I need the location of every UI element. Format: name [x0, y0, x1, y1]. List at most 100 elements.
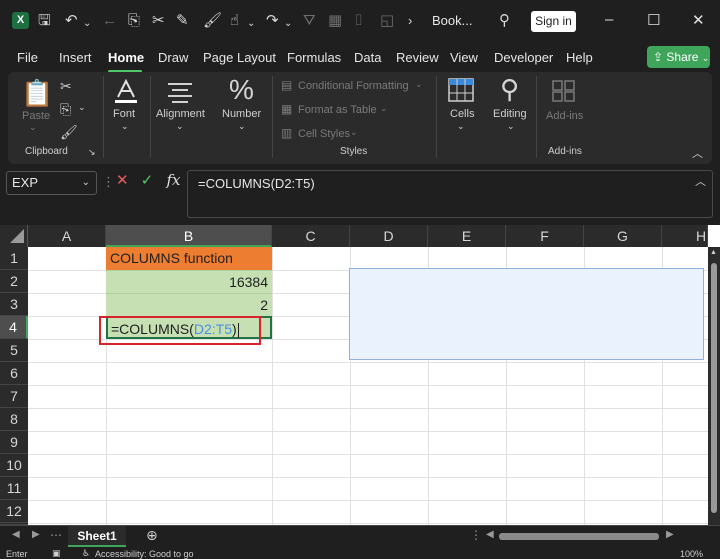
- percent-icon[interactable]: %: [229, 74, 254, 106]
- paste-dropdown-icon[interactable]: ⌄: [29, 122, 37, 133]
- accessibility-icon[interactable]: ♿: [82, 548, 90, 559]
- chart-icon[interactable]: ▦: [328, 12, 342, 30]
- macro-record-icon[interactable]: ▣: [52, 548, 61, 559]
- column-header-b[interactable]: B: [106, 225, 272, 247]
- paintbrush-icon[interactable]: 🖌: [203, 12, 222, 30]
- cell-b2[interactable]: 16384: [106, 270, 272, 293]
- sign-in-button[interactable]: Sign in: [531, 11, 576, 32]
- scissors-icon[interactable]: ✂: [152, 12, 165, 30]
- cell-styles-dropdown-icon[interactable]: ⌄: [350, 127, 358, 138]
- column-header-g[interactable]: G: [584, 225, 662, 247]
- formula-input[interactable]: =COLUMNS(D2:T5) ︿: [187, 170, 713, 218]
- column-header-f[interactable]: F: [506, 225, 584, 247]
- zoom-level[interactable]: 100%: [680, 549, 703, 559]
- cells-icon[interactable]: [448, 78, 474, 102]
- editing-search-icon[interactable]: ⚲: [500, 74, 519, 105]
- column-header-e[interactable]: E: [428, 225, 506, 247]
- column-header-d[interactable]: D: [350, 225, 428, 247]
- confirm-entry-icon[interactable]: ✓: [141, 172, 154, 189]
- row-header-7[interactable]: 7: [0, 385, 28, 408]
- conditional-formatting-dropdown-icon[interactable]: ⌄: [415, 79, 423, 90]
- clipboard-launcher-icon[interactable]: ↘: [88, 147, 96, 158]
- tab-page-layout[interactable]: Page Layout: [203, 50, 276, 65]
- minimize-icon[interactable]: –: [605, 11, 613, 28]
- row-header-9[interactable]: 9: [0, 431, 28, 454]
- touch-dropdown-icon[interactable]: ⌄: [247, 15, 255, 33]
- undo-icon[interactable]: ↶: [65, 12, 78, 30]
- search-icon[interactable]: ⚲: [499, 12, 510, 30]
- name-box[interactable]: EXP ⌄: [6, 171, 97, 195]
- paint-icon[interactable]: ✎: [176, 12, 189, 30]
- tab-data[interactable]: Data: [354, 50, 381, 65]
- tab-help[interactable]: Help: [566, 50, 593, 65]
- previous-sheet-icon[interactable]: ◀: [12, 529, 20, 540]
- redo-dropdown-icon[interactable]: ⌄: [284, 15, 292, 33]
- number-dropdown-icon[interactable]: ⌄: [238, 121, 246, 132]
- add-ins-label[interactable]: Add-ins: [546, 110, 583, 122]
- font-dropdown-icon[interactable]: ⌄: [121, 121, 129, 132]
- alignment-dropdown-icon[interactable]: ⌄: [176, 121, 184, 132]
- add-ins-icon[interactable]: [551, 79, 577, 103]
- tab-insert[interactable]: Insert: [59, 50, 92, 65]
- column-header-a[interactable]: A: [28, 225, 106, 247]
- column-header-c[interactable]: C: [272, 225, 350, 247]
- redo-icon[interactable]: ↷: [266, 12, 279, 30]
- copy-dropdown-icon[interactable]: ⌄: [78, 102, 86, 113]
- alignment-icon[interactable]: [166, 80, 194, 104]
- touch-mode-icon[interactable]: ☝: [230, 12, 239, 30]
- paste-label[interactable]: Paste: [22, 110, 50, 122]
- row-header-6[interactable]: 6: [0, 362, 28, 385]
- maximize-icon[interactable]: ☐: [647, 11, 660, 29]
- share-button[interactable]: ⇪ Share ⌄: [647, 46, 710, 68]
- close-icon[interactable]: ✕: [692, 11, 705, 29]
- font-icon[interactable]: [113, 78, 139, 104]
- select-all-corner[interactable]: [0, 225, 28, 247]
- row-header-8[interactable]: 8: [0, 408, 28, 431]
- row-header-5[interactable]: 5: [0, 339, 28, 362]
- insert-function-icon[interactable]: fx: [167, 171, 181, 189]
- vertical-scrollbar[interactable]: ▲: [708, 247, 720, 525]
- document-title[interactable]: Book...: [432, 13, 472, 28]
- cancel-entry-icon[interactable]: ✕: [116, 172, 129, 189]
- undo-dropdown-icon[interactable]: ⌄: [83, 15, 91, 33]
- row-header-4[interactable]: 4: [0, 316, 28, 339]
- cut-icon[interactable]: ✂: [60, 78, 72, 95]
- vertical-scroll-thumb[interactable]: [711, 263, 717, 513]
- add-sheet-icon[interactable]: ⊕: [146, 527, 158, 544]
- back-arrow-icon[interactable]: ←: [102, 12, 117, 30]
- cell-b1[interactable]: COLUMNS function: [106, 247, 272, 270]
- tab-review[interactable]: Review: [396, 50, 439, 65]
- number-label[interactable]: Number: [222, 108, 261, 120]
- row-header-1[interactable]: 1: [0, 247, 28, 270]
- sheet-tab-sheet1[interactable]: Sheet1: [68, 526, 126, 547]
- name-box-dropdown-icon[interactable]: ⌄: [82, 172, 90, 194]
- format-as-table-label[interactable]: Format as Table: [298, 104, 377, 116]
- scroll-left-icon[interactable]: ◀: [486, 529, 494, 540]
- copy-ribbon-icon[interactable]: ⎘: [60, 101, 71, 118]
- scroll-up-icon[interactable]: ▲: [710, 249, 717, 256]
- copy-icon[interactable]: ⎘: [128, 12, 140, 30]
- collapse-ribbon-icon[interactable]: ︿: [692, 145, 703, 161]
- format-painter-icon[interactable]: 🖌: [60, 124, 78, 141]
- cells-label[interactable]: Cells: [450, 108, 474, 120]
- sheet-options-icon[interactable]: ⋯: [50, 528, 62, 542]
- editing-dropdown-icon[interactable]: ⌄: [507, 121, 515, 132]
- cells-dropdown-icon[interactable]: ⌄: [457, 121, 465, 132]
- conditional-formatting-label[interactable]: Conditional Formatting: [298, 80, 409, 92]
- tab-home[interactable]: Home: [108, 50, 144, 65]
- row-header-2[interactable]: 2: [0, 270, 28, 293]
- expand-formula-bar-icon[interactable]: ︿: [695, 173, 706, 189]
- tab-draw[interactable]: Draw: [158, 50, 188, 65]
- tab-developer[interactable]: Developer: [494, 50, 553, 65]
- more-commands-icon[interactable]: ›: [408, 12, 412, 30]
- tab-formulas[interactable]: Formulas: [287, 50, 341, 65]
- cell-b3[interactable]: 2: [106, 293, 272, 316]
- row-header-12[interactable]: 12: [0, 500, 28, 523]
- horizontal-scroll-thumb[interactable]: [499, 533, 659, 540]
- alignment-label[interactable]: Alignment: [156, 108, 205, 120]
- tab-view[interactable]: View: [450, 50, 478, 65]
- row-header-11[interactable]: 11: [0, 477, 28, 500]
- accessibility-status[interactable]: Accessibility: Good to go: [95, 549, 194, 559]
- worksheet-grid[interactable]: A B C D E F G H 1 2 3 4 5 6 7 8 9 10 11 …: [0, 225, 720, 525]
- conditional-formatting-icon[interactable]: ▤: [281, 78, 292, 92]
